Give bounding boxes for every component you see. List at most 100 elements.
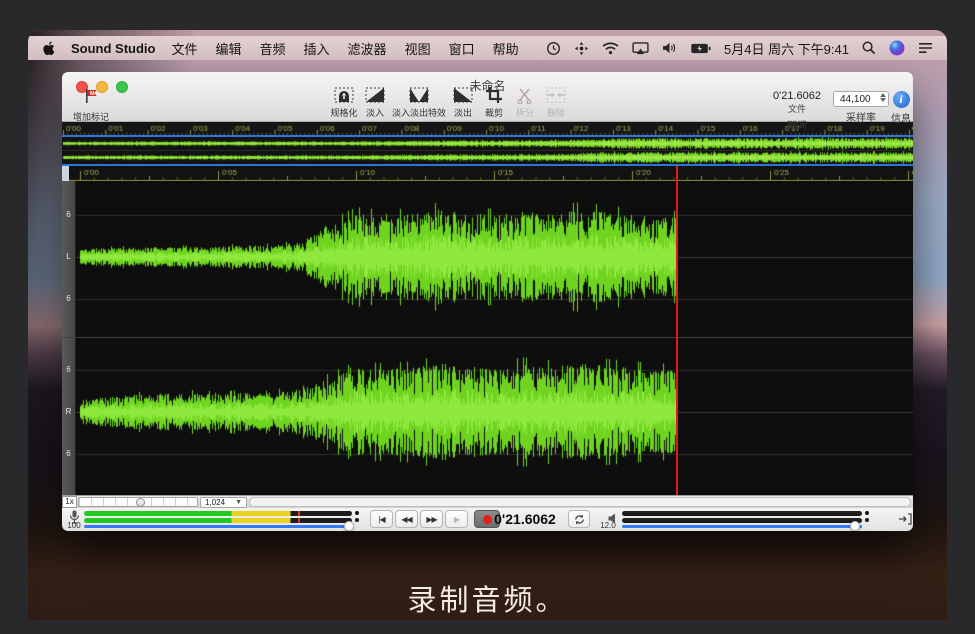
add-marker-label: 增加标记 — [62, 110, 120, 123]
menu-bar-status-area: 5月4日 周六 下午9:41 — [546, 39, 933, 58]
channel-right: 6 R 6 — [62, 338, 913, 495]
waveform-area: 6 L 6 6 R 6 — [62, 181, 913, 495]
db-label: 6 — [62, 449, 75, 458]
app-name[interactable]: Sound Studio — [71, 41, 155, 56]
output-routing-icon[interactable] — [898, 513, 912, 525]
zoom-ratio-label: 1x — [62, 496, 77, 508]
tool-label: 淡出 — [454, 106, 472, 119]
loop-button[interactable] — [568, 510, 590, 528]
block-size-select[interactable]: 1,024 ▼ — [200, 497, 247, 508]
add-marker-button[interactable]: M 增加标记 — [62, 88, 120, 123]
sample-rate-label: 采样率 — [831, 109, 891, 124]
menu-bar-clock[interactable]: 5月4日 周六 下午9:41 — [724, 39, 849, 58]
menu-item-5[interactable]: 视图 — [405, 39, 431, 58]
play-button[interactable]: ▶ — [445, 510, 468, 528]
fast-forward-button[interactable]: ▶▶ — [420, 510, 443, 528]
menu-item-4[interactable]: 滤波器 — [348, 39, 387, 58]
channel-left-label: L — [62, 252, 75, 261]
tool-label: 删除 — [547, 106, 565, 119]
playback-time: 0'21.6062 — [492, 511, 558, 527]
loop-icon — [573, 513, 586, 526]
playhead-cursor[interactable] — [676, 166, 678, 495]
battery-icon[interactable] — [690, 43, 711, 54]
siri-icon[interactable] — [889, 40, 905, 56]
marker-flag-icon: M — [83, 88, 99, 104]
crosshair-status-icon[interactable] — [574, 41, 589, 56]
rewind-button[interactable]: ◀◀ — [395, 510, 418, 528]
crop-icon — [485, 87, 503, 106]
info-label: 信息 — [888, 110, 913, 125]
delete-icon — [546, 87, 566, 106]
zoom-slider-thumb[interactable] — [136, 498, 145, 507]
menu-item-3[interactable]: 插入 — [304, 39, 330, 58]
svg-text:M: M — [90, 91, 95, 97]
output-level-meter-right — [622, 518, 862, 523]
go-to-start-button[interactable]: |◀ — [370, 510, 393, 528]
horizontal-scrollbar[interactable] — [249, 497, 911, 507]
input-level-value: 100 — [63, 521, 85, 530]
overview-waveform-right[interactable] — [62, 151, 913, 164]
menu-item-1[interactable]: 编辑 — [216, 39, 242, 58]
caption-text: 录制音频。 — [28, 577, 947, 619]
channel-right-gutter: 6 R 6 — [62, 338, 76, 495]
block-size-value: 1,024 — [205, 498, 225, 507]
meter-clip-indicator[interactable] — [865, 511, 869, 515]
fade-in-button[interactable]: 淡入 — [361, 87, 389, 119]
tool-label: 裁剪 — [485, 106, 503, 119]
crossfade-button[interactable]: 淡入淡出特效 — [392, 87, 446, 119]
fade-out-icon — [453, 87, 473, 106]
channel-right-label: R — [62, 407, 75, 416]
output-volume-thumb[interactable] — [850, 521, 860, 531]
menu-item-6[interactable]: 窗口 — [449, 39, 475, 58]
output-volume-slider[interactable] — [622, 525, 862, 528]
db-label: 6 — [62, 294, 75, 303]
transport-bar: 100 |◀◀◀▶▶▶ 0'21.6062 12.0 — [62, 508, 913, 531]
record-dot-icon — [483, 515, 492, 524]
main-ruler[interactable] — [62, 166, 913, 181]
input-volume-thumb[interactable] — [344, 521, 354, 531]
airplay-icon[interactable] — [632, 42, 649, 55]
menu-item-7[interactable]: 帮助 — [493, 39, 519, 58]
apple-menu-icon[interactable] — [42, 41, 55, 56]
menu-list: 文件编辑音频插入滤波器视图窗口帮助 — [171, 39, 518, 58]
app-window: 未命名 M 增加标记 规格化淡入淡入淡出特效淡出裁剪拆分删除 0'21.6062… — [62, 72, 913, 531]
meter-clip-indicator[interactable] — [355, 511, 359, 515]
output-level-meter-left — [622, 511, 862, 516]
time-machine-icon[interactable] — [546, 41, 561, 56]
window-header: 未命名 M 增加标记 规格化淡入淡入淡出特效淡出裁剪拆分删除 0'21.6062… — [62, 72, 913, 122]
meter-peak-marker — [298, 518, 300, 523]
menu-item-2[interactable]: 音频 — [260, 39, 286, 58]
transport-buttons: |◀◀◀▶▶▶ — [370, 510, 502, 528]
tool-label: 淡入 — [366, 106, 384, 119]
volume-icon[interactable] — [662, 42, 677, 54]
tool-label: 拆分 — [516, 106, 534, 119]
meter-clip-indicator[interactable] — [865, 518, 869, 522]
meter-clip-indicator[interactable] — [355, 518, 359, 522]
crossfade-icon — [409, 87, 429, 106]
zoom-slider[interactable] — [78, 497, 198, 507]
sample-rate-select[interactable]: 44,100 — [833, 91, 889, 107]
output-level-value: 12.0 — [597, 521, 619, 530]
channel-left-gutter: 6 L 6 — [62, 181, 76, 337]
spotlight-icon[interactable] — [862, 41, 876, 55]
channel-separator — [62, 337, 913, 338]
waveform-left-canvas[interactable] — [76, 181, 913, 337]
db-label: 6 — [62, 210, 75, 219]
crop-button[interactable]: 裁剪 — [480, 87, 508, 119]
input-volume-slider[interactable] — [84, 525, 352, 528]
fade-in-icon — [365, 87, 385, 106]
toolbar-tools: 规格化淡入淡入淡出特效淡出裁剪拆分删除 — [330, 87, 570, 119]
split-button: 拆分 — [511, 87, 539, 119]
waveform-right-canvas[interactable] — [76, 338, 913, 495]
db-label: 6 — [62, 365, 75, 374]
normalize-button[interactable]: 规格化 — [330, 87, 358, 119]
split-icon — [517, 87, 533, 106]
info-button[interactable]: i — [893, 91, 910, 108]
menu-item-0[interactable]: 文件 — [171, 39, 197, 58]
notification-center-icon[interactable] — [918, 42, 933, 54]
overview-waveform-left[interactable] — [62, 137, 913, 150]
fade-out-button[interactable]: 淡出 — [449, 87, 477, 119]
stepper-icon[interactable] — [880, 93, 886, 102]
duration-block: 0'21.6062 文件 期间 — [762, 90, 832, 132]
wifi-icon[interactable] — [602, 42, 619, 55]
